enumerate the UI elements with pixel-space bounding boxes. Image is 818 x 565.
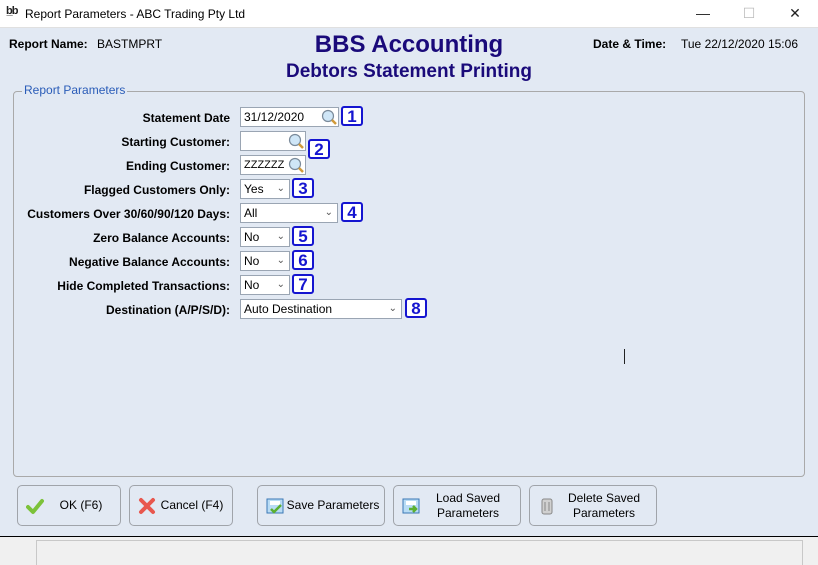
delete-label-line1: Delete Saved xyxy=(567,490,641,505)
maximize-button[interactable]: ☐ xyxy=(726,0,772,27)
negative-balance-label: Negative Balance Accounts: xyxy=(69,255,230,269)
destination-select[interactable]: Auto Destination ⌄ xyxy=(240,299,402,319)
status-panel xyxy=(36,540,403,565)
datetime-value: Tue 22/12/2020 15:06 xyxy=(681,37,798,51)
save-parameters-button[interactable]: Save Parameters xyxy=(257,485,385,526)
callout-badge-7: 7 xyxy=(292,274,314,294)
callout-badge-2: 2 xyxy=(308,139,330,159)
chevron-down-icon[interactable]: ⌄ xyxy=(277,228,285,246)
search-icon[interactable] xyxy=(321,109,337,125)
ending-customer-input[interactable]: ZZZZZZ xyxy=(240,155,306,175)
flagged-customers-value: Yes xyxy=(244,182,264,196)
destination-label: Destination (A/P/S/D): xyxy=(105,303,230,317)
callout-badge-4: 4 xyxy=(341,202,363,222)
starting-customer-label: Starting Customer: xyxy=(121,135,230,149)
window-title: Report Parameters - ABC Trading Pty Ltd xyxy=(25,7,246,21)
callout-badge-3: 3 xyxy=(292,178,314,198)
cancel-button[interactable]: Cancel (F4) xyxy=(129,485,233,526)
cancel-button-label: Cancel (F4) xyxy=(160,498,224,512)
callout-badge-8: 8 xyxy=(405,298,427,318)
minimize-button[interactable]: — xyxy=(680,0,726,27)
text-cursor xyxy=(624,349,625,364)
checkmark-icon xyxy=(26,499,44,514)
load-saved-parameters-button[interactable]: Load Saved Parameters xyxy=(393,485,521,526)
statement-date-input[interactable]: 31/12/2020 xyxy=(240,107,339,127)
trash-icon xyxy=(541,498,553,515)
page-subtitle: Debtors Statement Printing xyxy=(286,61,532,82)
zero-balance-select[interactable]: No ⌄ xyxy=(240,227,290,247)
search-icon[interactable] xyxy=(288,133,304,149)
customers-over-days-value: All xyxy=(244,206,258,220)
zero-balance-label: Zero Balance Accounts: xyxy=(93,231,230,245)
delete-saved-parameters-label: Delete Saved Parameters xyxy=(556,486,652,525)
customers-over-days-select[interactable]: All ⌄ xyxy=(240,203,338,223)
load-saved-parameters-label: Load Saved Parameters xyxy=(420,486,516,525)
ok-button[interactable]: OK (F6) xyxy=(17,485,121,526)
chevron-down-icon[interactable]: ⌄ xyxy=(277,276,285,294)
bbs-logo-icon: b̲b xyxy=(6,5,18,17)
chevron-down-icon[interactable]: ⌄ xyxy=(277,252,285,270)
ok-button-label: OK (F6) xyxy=(59,498,103,512)
destination-value: Auto Destination xyxy=(244,302,333,316)
statement-date-label: Statement Date xyxy=(142,111,230,125)
callout-badge-6: 6 xyxy=(292,250,314,270)
ending-customer-label: Ending Customer: xyxy=(126,159,230,173)
ending-customer-value: ZZZZZZ xyxy=(244,159,285,171)
save-parameters-label: Save Parameters xyxy=(286,498,380,512)
delete-label-line2: Parameters xyxy=(572,505,636,520)
chevron-down-icon[interactable]: ⌄ xyxy=(389,300,397,318)
callout-badge-5: 5 xyxy=(292,226,314,246)
load-label-line2: Parameters xyxy=(436,505,500,520)
search-icon[interactable] xyxy=(288,157,304,173)
negative-balance-value: No xyxy=(244,254,260,268)
zero-balance-value: No xyxy=(244,230,260,244)
hide-completed-value: No xyxy=(244,278,260,292)
starting-customer-input[interactable] xyxy=(240,131,306,151)
load-label-line1: Load Saved xyxy=(435,490,501,505)
load-icon xyxy=(402,498,420,514)
save-icon xyxy=(266,498,284,514)
status-bar xyxy=(0,536,818,565)
callout-badge-1: 1 xyxy=(341,106,363,126)
negative-balance-select[interactable]: No ⌄ xyxy=(240,251,290,271)
group-title: Report Parameters xyxy=(22,83,128,97)
customers-over-days-label: Customers Over 30/60/90/120 Days: xyxy=(27,207,230,221)
close-button[interactable]: ✕ xyxy=(772,0,818,27)
hide-completed-select[interactable]: No ⌄ xyxy=(240,275,290,295)
hide-completed-label: Hide Completed Transactions: xyxy=(57,279,230,293)
status-panel xyxy=(402,540,803,565)
flagged-customers-label: Flagged Customers Only: xyxy=(83,183,230,197)
title-bar: b̲b Report Parameters - ABC Trading Pty … xyxy=(0,0,818,28)
statement-date-value: 31/12/2020 xyxy=(244,110,305,124)
chevron-down-icon[interactable]: ⌄ xyxy=(325,204,333,222)
delete-saved-parameters-button[interactable]: Delete Saved Parameters xyxy=(529,485,657,526)
cross-icon xyxy=(139,498,155,514)
datetime-label: Date & Time: xyxy=(593,37,667,51)
chevron-down-icon[interactable]: ⌄ xyxy=(277,180,285,198)
flagged-customers-select[interactable]: Yes ⌄ xyxy=(240,179,290,199)
